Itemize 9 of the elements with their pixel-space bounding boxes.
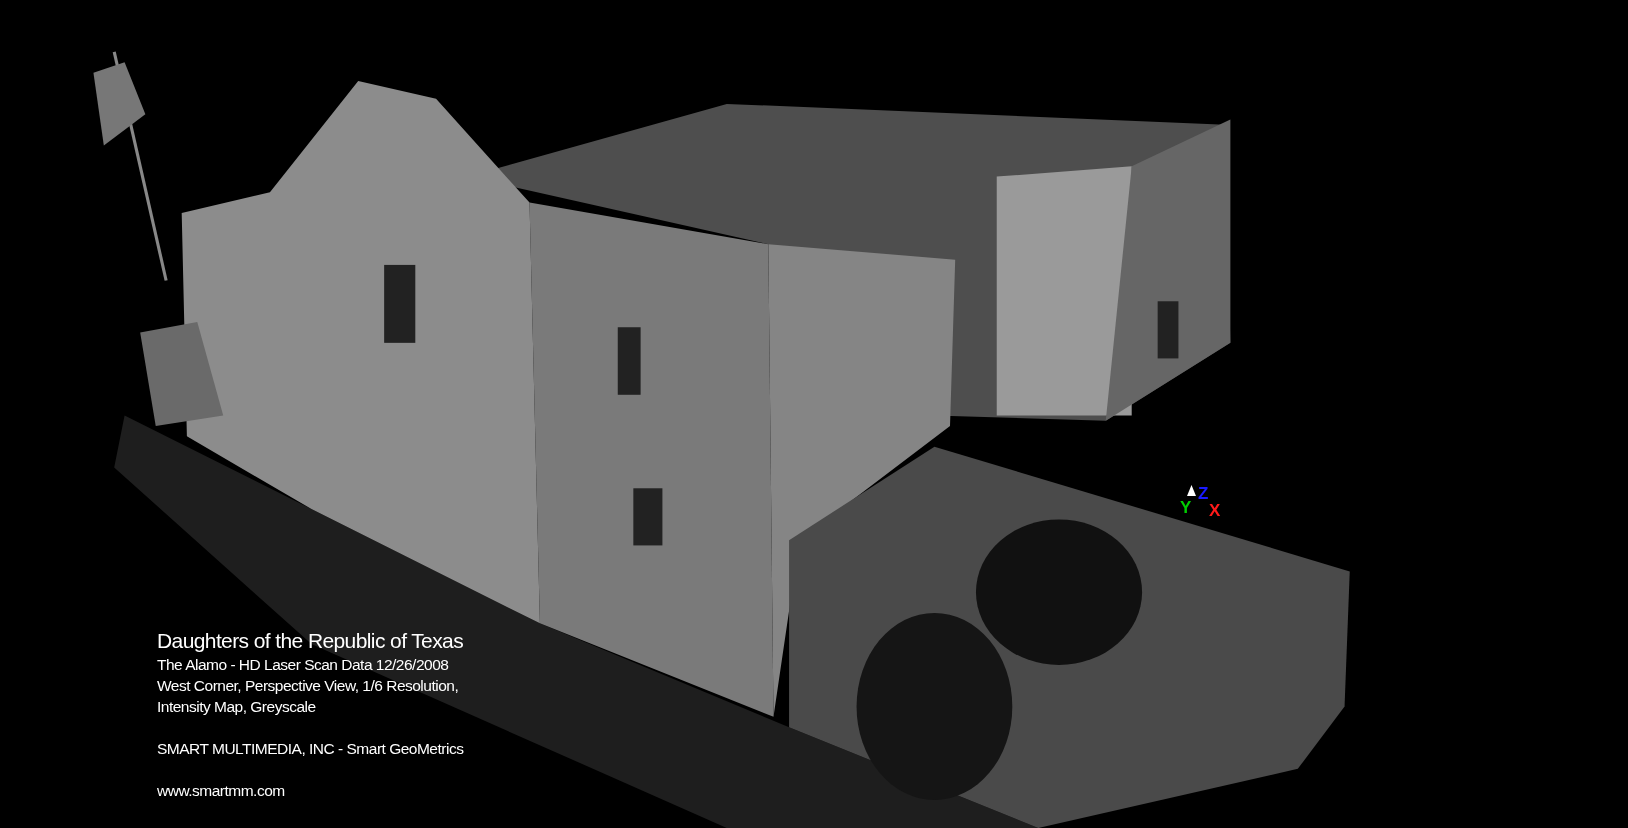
caption-line: Intensity Map, Greyscale [157, 697, 317, 717]
axis-arrow-icon [1187, 485, 1196, 496]
company-credit: SMART MULTIMEDIA, INC - Smart GeoMetrics [157, 739, 464, 759]
caption-title: Daughters of the Republic of Texas [157, 628, 464, 654]
axis-label: Z [1198, 485, 1209, 502]
axis-label: X [1209, 502, 1221, 519]
axis-label: Y [1180, 499, 1192, 516]
caption-line: West Corner, Perspective View, 1/6 Resolution, [157, 676, 460, 696]
caption-line: The Alamo - HD Laser Scan Data 12/26/2008 [157, 655, 450, 675]
